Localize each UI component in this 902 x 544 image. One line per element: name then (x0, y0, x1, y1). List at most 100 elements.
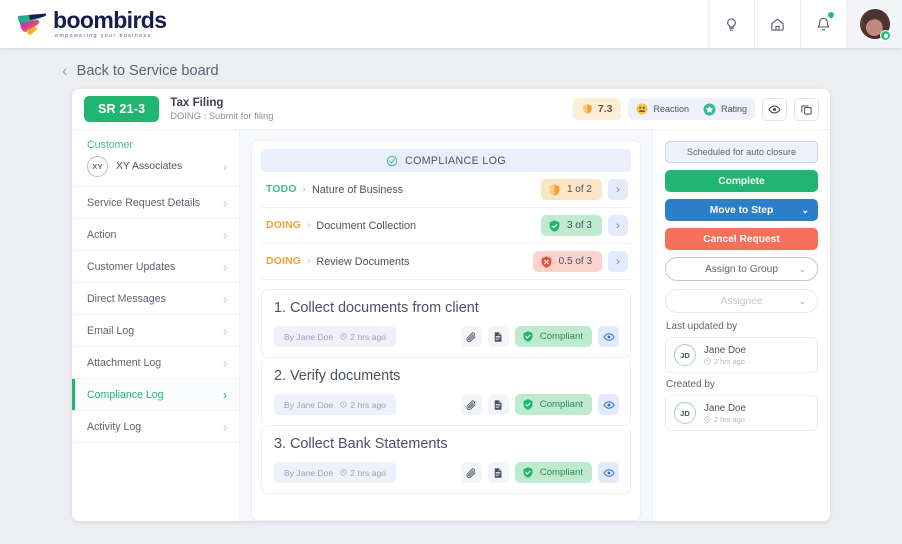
attachment-icon[interactable] (460, 462, 482, 483)
copy-button[interactable] (794, 97, 819, 121)
sidebar-item-label: Activity Log (87, 420, 142, 433)
step-name: Nature of Business (311, 183, 404, 196)
preview-eye-button[interactable] (762, 97, 787, 121)
assignee-label: Assignee (720, 295, 763, 307)
notes-icon[interactable] (487, 462, 509, 483)
task-author: By Jane Doe (284, 467, 334, 478)
step-state: DOING (266, 256, 302, 267)
service-request-card: SR 21-3 Tax Filing DOING : Submit for fi… (72, 89, 830, 521)
sidebar-item-direct-messages[interactable]: Direct Messages › (72, 283, 239, 315)
eye-icon (602, 332, 615, 341)
attachment-icon[interactable] (460, 394, 482, 415)
sidebar-item-attachment-log[interactable]: Attachment Log › (72, 347, 239, 379)
compliant-badge[interactable]: Compliant (514, 394, 592, 415)
attachment-icon[interactable] (460, 326, 482, 347)
service-request-header: SR 21-3 Tax Filing DOING : Submit for fi… (72, 89, 830, 129)
step-open-button[interactable]: › (608, 179, 628, 200)
task-card[interactable]: 2. Verify documents By Jane Doe 2 hrs ago C… (261, 358, 631, 426)
shield-icon (549, 183, 560, 196)
time-text: 2 hrs ago (714, 356, 745, 366)
lightbulb-icon[interactable] (708, 0, 754, 48)
scheduled-auto-closure-button[interactable]: Scheduled for auto closure (665, 141, 818, 163)
compliance-step-row[interactable]: DOING › Document Collection 3 of 3 › (261, 208, 631, 244)
brand-tagline: empowering your business (55, 32, 152, 39)
task-author: By Jane Doe (284, 399, 334, 410)
compliance-step-row[interactable]: DOING › Review Documents 0.5 of 3 › (261, 244, 631, 280)
step-right: 3 of 3 › (540, 215, 628, 236)
step-open-button[interactable]: › (608, 251, 628, 272)
person-info: Jane Doe 2 hrs ago (704, 403, 746, 424)
cancel-request-button[interactable]: Cancel Request (665, 228, 818, 250)
person-info: Jane Doe 2 hrs ago (704, 345, 746, 366)
task-list: 1. Collect documents from client By Jane … (261, 289, 631, 494)
compliant-label: Compliant (539, 331, 583, 342)
task-time-text: 2 hrs ago (350, 399, 387, 410)
view-task-button[interactable] (598, 326, 619, 347)
right-panel: Scheduled for auto closure Complete Move… (652, 129, 830, 521)
shield-check-icon (523, 399, 533, 410)
breadcrumb[interactable]: ‹ Back to Service board (0, 48, 902, 89)
sidebar-item-service-request-details[interactable]: Service Request Details › (72, 187, 239, 219)
compliance-step-row[interactable]: TODO › Nature of Business 1 of 2 › (261, 172, 631, 208)
compliant-badge[interactable]: Compliant (514, 326, 592, 347)
chevron-down-icon: ⌄ (798, 263, 806, 274)
clock-icon (340, 469, 347, 476)
task-time: 2 hrs ago (340, 400, 386, 410)
compliant-badge[interactable]: Compliant (514, 462, 592, 483)
person-name: Jane Doe (704, 344, 746, 356)
page-title: Tax Filing (170, 96, 224, 110)
compliance-log-panel: COMPLIANCE LOG TODO › Nature of Business 1 … (251, 140, 641, 521)
notes-icon[interactable] (487, 394, 509, 415)
task-title: 2. Verify documents (274, 368, 401, 384)
sidebar-item-customer-updates[interactable]: Customer Updates › (72, 251, 239, 283)
task-card[interactable]: 1. Collect documents from client By Jane … (261, 289, 631, 358)
sidebar-item-action[interactable]: Action › (72, 219, 239, 251)
task-author-pill: By Jane Doe 2 hrs ago (274, 394, 397, 415)
task-time: 2 hrs ago (340, 468, 386, 478)
boombirds-bird-icon (17, 11, 47, 37)
step-count-value: 0.5 of 3 (558, 256, 592, 267)
user-avatar[interactable] (846, 0, 902, 48)
sidebar-item-customer[interactable]: Customer XY XY Associates › (72, 130, 239, 187)
task-actions: Compliant (460, 394, 619, 415)
customer-avatar: XY (87, 156, 108, 177)
check-circle-icon (386, 155, 398, 166)
chevron-right-icon: › (223, 323, 227, 338)
sidebar-item-compliance-log[interactable]: Compliance Log › (72, 379, 239, 411)
complete-button[interactable]: Complete (665, 170, 818, 192)
view-task-button[interactable] (598, 394, 619, 415)
task-author-pill: By Jane Doe 2 hrs ago (274, 462, 397, 483)
bell-icon[interactable] (800, 0, 846, 48)
sidebar-item-label: Email Log (87, 324, 135, 337)
move-to-step-button[interactable]: Move to Step ⌄ (665, 199, 818, 221)
compliant-label: Compliant (539, 399, 583, 410)
sidebar-item-email-log[interactable]: Email Log › (72, 315, 239, 347)
reaction-rating-group[interactable]: Reaction Rating (628, 98, 755, 120)
shield-check-icon (549, 219, 560, 232)
assignee-select[interactable]: Assignee ⌄ (665, 289, 818, 313)
task-card[interactable]: 3. Collect Bank Statements By Jane Doe 2 h… (261, 426, 631, 494)
assign-to-group-select[interactable]: Assign to Group ⌄ (665, 257, 818, 281)
customer-caption: Customer (87, 139, 133, 151)
view-task-button[interactable] (598, 462, 619, 483)
sidebar-item-activity-log[interactable]: Activity Log › (72, 411, 239, 443)
separator-icon: › (307, 220, 311, 231)
avatar-status-badge (880, 30, 891, 41)
home-icon[interactable] (754, 0, 800, 48)
notes-icon[interactable] (487, 326, 509, 347)
customer-name: XY Associates (116, 161, 183, 172)
task-time-text: 2 hrs ago (350, 331, 387, 342)
step-count-badge: 3 of 3 (540, 215, 602, 236)
brand-logo[interactable]: boombirds empowering your business (0, 8, 167, 39)
eye-icon (602, 468, 615, 477)
shield-cross-icon (541, 255, 552, 268)
star-rating-icon (703, 103, 716, 115)
status-badge: SR 21-3 (84, 96, 160, 122)
chevron-right-icon: › (223, 159, 227, 174)
left-nav: Customer XY XY Associates › Service Requ… (72, 129, 240, 521)
sidebar-item-label: Action (87, 228, 117, 241)
created-by-label: Created by (666, 379, 715, 390)
back-to-service-board-link[interactable]: Back to Service board (77, 63, 219, 79)
task-title: 1. Collect documents from client (274, 300, 479, 316)
step-open-button[interactable]: › (608, 215, 628, 236)
